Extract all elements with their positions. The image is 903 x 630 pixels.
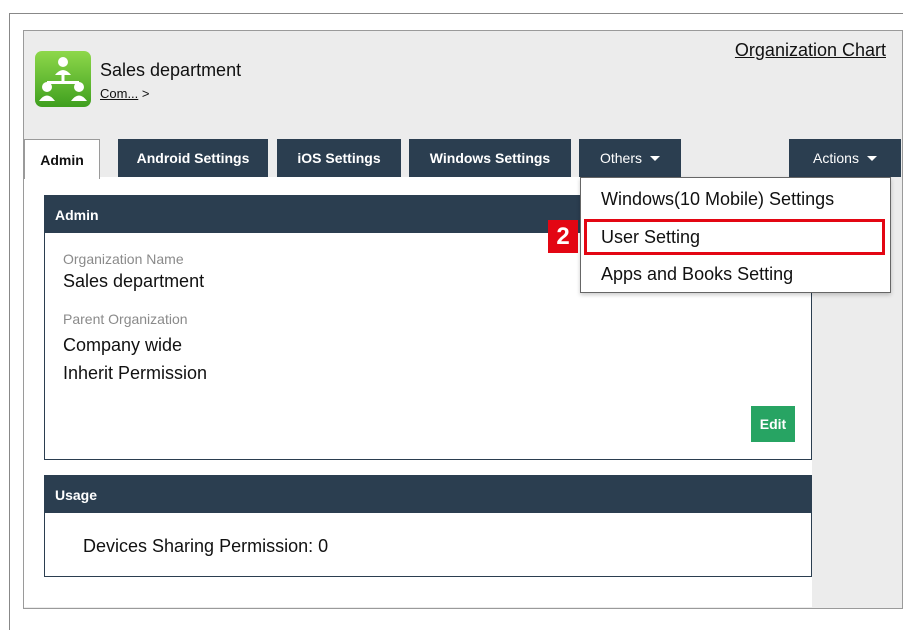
edit-button[interactable]: Edit [751, 406, 795, 442]
usage-panel-title: Usage [55, 486, 98, 503]
caret-down-icon [650, 155, 660, 161]
organization-chart-link[interactable]: Organization Chart [735, 40, 886, 61]
tab-others-dropdown[interactable]: Others [579, 139, 681, 177]
highlight-box [584, 219, 885, 255]
breadcrumb-separator: > [138, 86, 150, 101]
actions-dropdown-button[interactable]: Actions [789, 139, 901, 177]
parent-organization-label: Parent Organization [63, 311, 188, 327]
tab-windows-settings[interactable]: Windows Settings [409, 139, 571, 177]
page-title: Sales department [100, 60, 242, 80]
parent-organization-value: Company wide [63, 335, 183, 355]
organization-name-value: Sales department [63, 271, 205, 291]
devices-sharing-permission: Devices Sharing Permission: 0 [83, 536, 329, 556]
tab-android-label: Android Settings [136, 150, 250, 166]
actions-label: Actions [813, 150, 859, 166]
usage-panel-header: Usage [45, 476, 811, 513]
breadcrumb-link-company[interactable]: Com... [100, 86, 138, 101]
menu-item-apps-and-books-setting[interactable]: Apps and Books Setting [601, 264, 793, 285]
tab-admin[interactable]: Admin [24, 139, 100, 179]
tab-ios-label: iOS Settings [297, 150, 381, 166]
caret-down-icon [866, 155, 877, 161]
step-number-badge: 2 [548, 220, 578, 253]
tab-admin-label: Admin [40, 151, 84, 168]
inherit-permission-value: Inherit Permission [63, 363, 208, 383]
tab-windows-label: Windows Settings [429, 150, 551, 166]
admin-panel-title: Admin [55, 206, 99, 223]
tab-android-settings[interactable]: Android Settings [118, 139, 268, 177]
tab-others-label: Others [599, 150, 642, 166]
organization-tree-icon [35, 51, 91, 107]
usage-panel: Usage Devices Sharing Permission: 0 [44, 475, 812, 577]
breadcrumb: Com... > [100, 86, 150, 101]
tab-ios-settings[interactable]: iOS Settings [277, 139, 401, 177]
organization-name-label: Organization Name [63, 251, 184, 267]
menu-item-windows-10-mobile-settings[interactable]: Windows(10 Mobile) Settings [601, 189, 834, 210]
